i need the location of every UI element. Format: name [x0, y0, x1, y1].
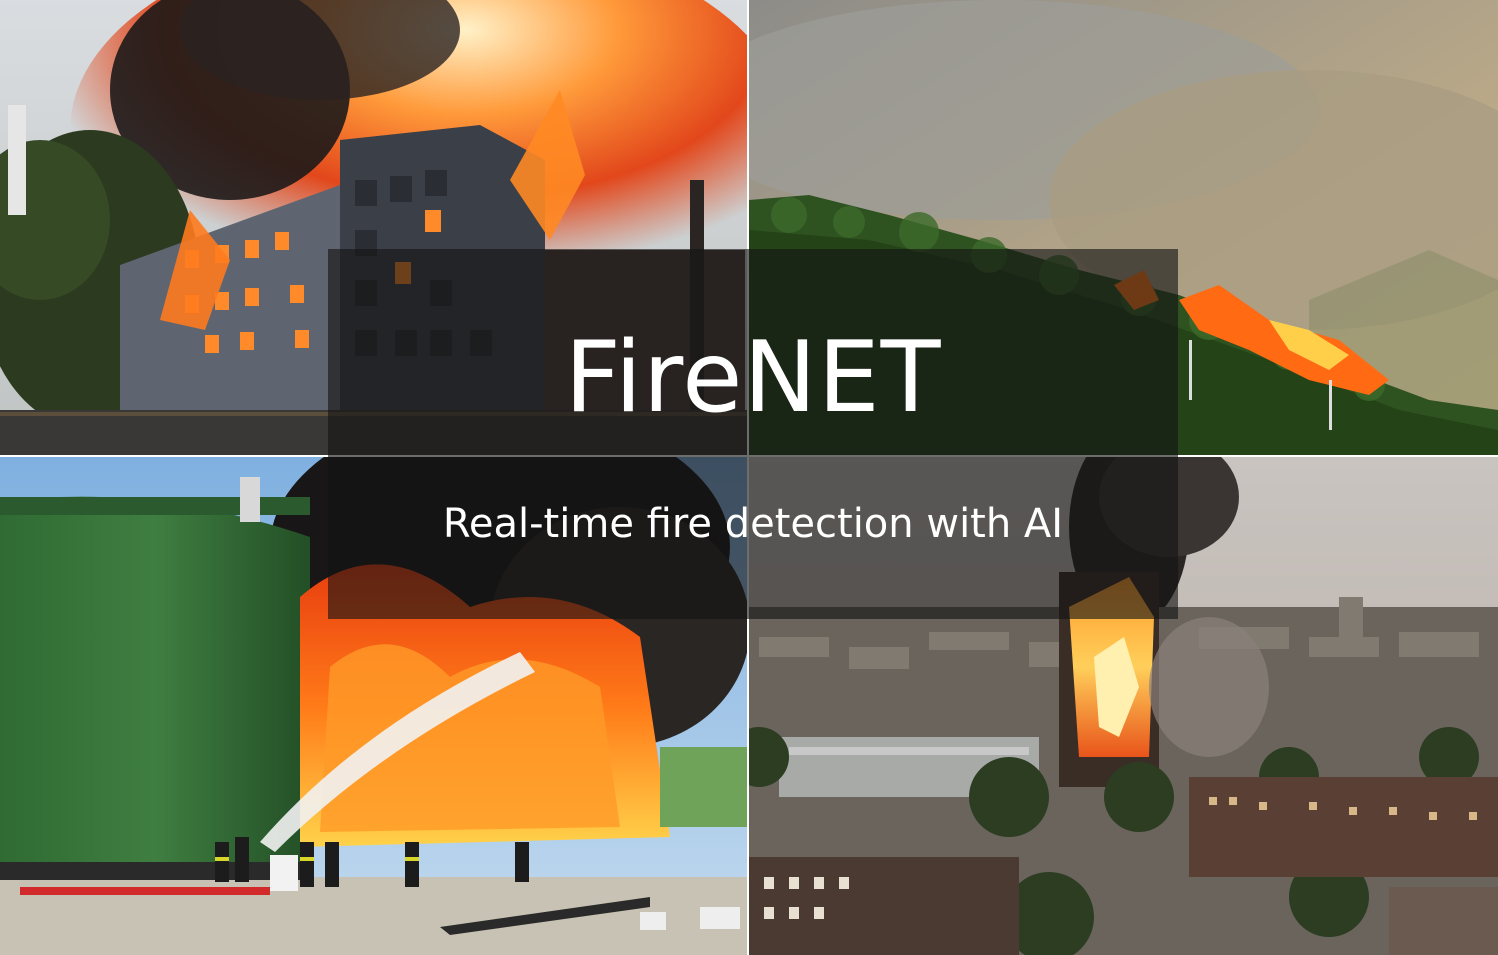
hero-title: FireNET	[564, 321, 942, 435]
hero-subtitle: Real-time fire detection with AI	[442, 501, 1064, 547]
firenet-hero-banner: FireNET Real-time fire detection with AI	[0, 0, 1498, 955]
